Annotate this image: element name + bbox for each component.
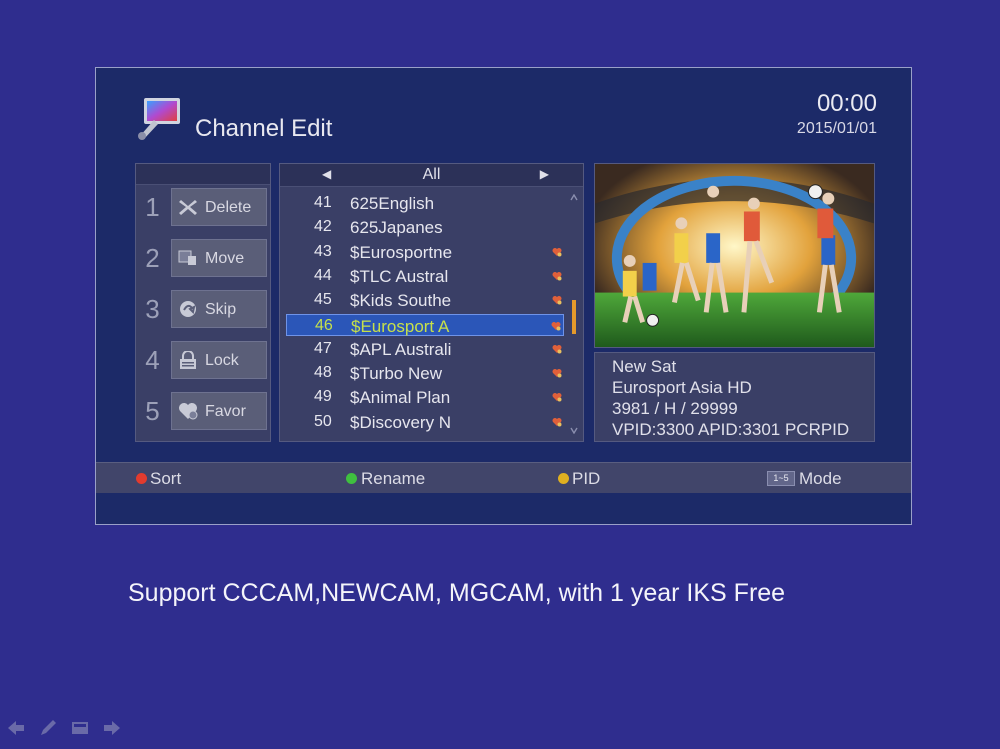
- channel-number: 42: [314, 218, 332, 236]
- menu-item-favor[interactable]: 5 Favor: [136, 390, 270, 432]
- menu-label: Delete: [205, 199, 252, 216]
- channel-name: 625English: [350, 194, 435, 213]
- scrambled-icon: [552, 271, 562, 281]
- next-icon[interactable]: [102, 718, 122, 738]
- favor-button[interactable]: Favor: [171, 392, 267, 430]
- menu-number: 2: [145, 243, 160, 273]
- channel-number: 48: [314, 364, 332, 382]
- channel-preview: [594, 163, 875, 348]
- lock-icon: [180, 351, 196, 369]
- menu-item-lock[interactable]: 4 Lock: [136, 339, 270, 381]
- edit-menu: 1 Delete 2 Move 3 Skip 4 Lock 5 Favor: [135, 163, 271, 442]
- channel-number: 43: [314, 242, 332, 260]
- menu-number: 1: [145, 192, 160, 222]
- favorite-icon: [179, 403, 198, 420]
- menu-item-delete[interactable]: 1 Delete: [136, 186, 270, 228]
- menu-number: 3: [145, 294, 160, 324]
- list-filter[interactable]: All: [280, 166, 583, 184]
- menu-number: 5: [145, 396, 160, 426]
- channel-row[interactable]: 47 $APL Australi: [286, 338, 564, 360]
- channel-row[interactable]: 45 $Kids Southe: [286, 289, 564, 311]
- menu-label: Move: [205, 250, 245, 267]
- channel-name: $Eurosportne: [350, 242, 453, 262]
- scrambled-icon: [552, 417, 562, 427]
- channel-edit-icon: [138, 98, 180, 140]
- pen-icon[interactable]: [38, 718, 58, 738]
- channel-row[interactable]: 49 $Animal Plan: [286, 386, 564, 408]
- channel-number: 50: [314, 412, 332, 430]
- channel-number: 41: [314, 194, 332, 211]
- lock-button[interactable]: Lock: [171, 341, 267, 379]
- channel-name: Eurosport Asia HD: [612, 378, 752, 397]
- mode-badge: 1~5: [767, 471, 795, 486]
- scroll-thumb[interactable]: [572, 300, 576, 334]
- channel-name: $APL Australi: [350, 339, 452, 359]
- sort-key[interactable]: Sort: [150, 469, 181, 489]
- list-header: ◀ All ▶: [280, 164, 583, 187]
- channel-name: $TLC Austral: [350, 266, 449, 286]
- channel-info: New Sat Eurosport Asia HD 3981 / H / 299…: [594, 352, 875, 442]
- menu-label: Favor: [205, 403, 246, 420]
- channel-row-selected[interactable]: 46 $Eurosport A: [286, 313, 564, 336]
- yellow-key-icon: [558, 473, 569, 484]
- channel-row[interactable]: 42 625Japanes: [286, 216, 564, 238]
- green-key-icon: [346, 473, 357, 484]
- menu-label: Lock: [205, 352, 239, 369]
- menu-number: 4: [145, 345, 160, 375]
- menu-label: Skip: [205, 301, 237, 318]
- satellite-name: New Sat: [612, 357, 677, 376]
- channel-row[interactable]: 48 $Turbo New: [286, 362, 564, 384]
- rename-key[interactable]: Rename: [361, 469, 425, 489]
- skip-icon: [180, 301, 196, 317]
- scrambled-icon: [551, 321, 561, 330]
- pid-info: VPID:3300 APID:3301 PCRPID: [612, 420, 850, 439]
- screen-icon[interactable]: [70, 718, 90, 738]
- scrambled-icon: [552, 247, 562, 257]
- channel-row[interactable]: 43 $Eurosportne: [286, 241, 564, 263]
- function-key-bar: Sort Rename PID 1~5 Mode: [96, 462, 911, 493]
- channel-number: 44: [314, 266, 332, 284]
- scrambled-icon: [552, 369, 562, 378]
- channel-number: 45: [314, 291, 332, 309]
- channel-number: 46: [315, 316, 333, 334]
- channel-name: $Discovery N: [350, 412, 452, 432]
- scrambled-icon: [552, 296, 562, 305]
- date: 2015/01/01: [796, 120, 877, 137]
- channel-name: $Turbo New: [350, 364, 442, 384]
- delete-button[interactable]: Delete: [171, 188, 267, 226]
- channel-name: 625Japanes: [350, 218, 443, 238]
- scrambled-icon: [552, 344, 562, 354]
- channel-number: 49: [314, 388, 332, 406]
- arrow-right-icon[interactable]: ▶: [540, 167, 549, 181]
- channel-number: 47: [314, 339, 332, 357]
- channel-row[interactable]: 44 $TLC Austral: [286, 265, 564, 287]
- channel-name: $Eurosport A: [351, 316, 450, 336]
- move-icon: [178, 250, 196, 265]
- page-title: Channel Edit: [195, 115, 333, 142]
- channel-row[interactable]: 50 $Discovery N: [286, 411, 564, 433]
- channel-name: $Animal Plan: [350, 388, 451, 408]
- mode-key[interactable]: Mode: [799, 469, 842, 489]
- transponder-info: 3981 / H / 29999: [612, 399, 738, 418]
- pid-key[interactable]: PID: [572, 469, 600, 489]
- menu-item-move[interactable]: 2 Move: [136, 237, 270, 279]
- move-button[interactable]: Move: [171, 239, 267, 277]
- red-key-icon: [136, 473, 147, 484]
- skip-button[interactable]: Skip: [171, 290, 267, 328]
- channel-row[interactable]: 41 625English: [286, 192, 564, 214]
- delete-icon: [179, 200, 197, 215]
- channel-name: $Kids Southe: [350, 291, 452, 311]
- menu-header: [136, 164, 270, 185]
- scrambled-icon: [552, 393, 562, 402]
- caption: Support CCCAM,NEWCAM, MGCAM, with 1 year…: [128, 579, 786, 607]
- clock: 00:00: [816, 90, 877, 117]
- previous-icon[interactable]: [6, 718, 26, 738]
- channel-edit-screen: Channel Edit 00:00 2015/01/01 1 Delete 2…: [95, 67, 912, 525]
- channel-list: ◀ All ▶ 41 625English 42 625Japanes 43 $Euros…: [279, 163, 584, 442]
- menu-item-skip[interactable]: 3 Skip: [136, 288, 270, 330]
